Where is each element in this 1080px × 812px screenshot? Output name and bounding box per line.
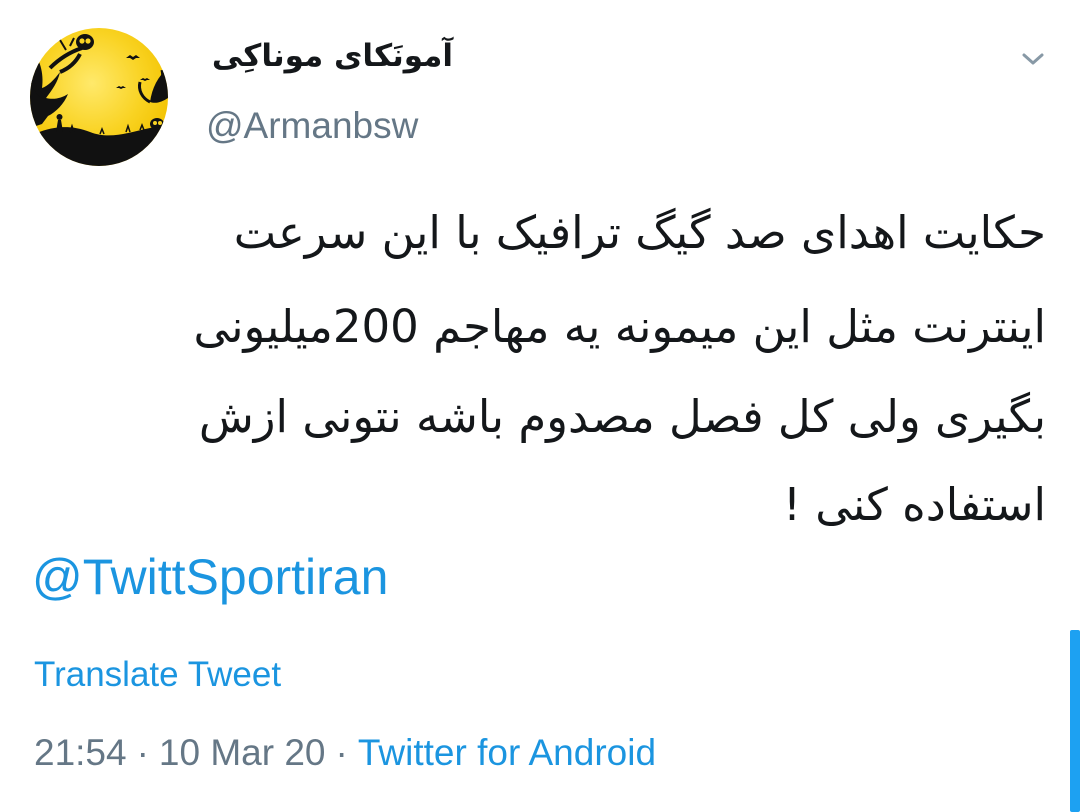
tweet-text-line: اینترنت مثل این میمونه یه مهاجم 200میلیو… xyxy=(193,300,1046,353)
avatar-halloween-moon-icon xyxy=(30,34,168,166)
translate-tweet-link[interactable]: Translate Tweet xyxy=(34,655,281,695)
separator-dot: · xyxy=(136,732,149,773)
separator-dot: · xyxy=(335,732,348,773)
tweet-text-line: استفاده کنی ! xyxy=(782,478,1046,531)
user-handle[interactable]: @Armanbsw xyxy=(206,105,418,147)
tweet-time: 21:54 xyxy=(34,732,127,773)
mention-link[interactable]: @TwittSportiran xyxy=(32,548,388,606)
display-name[interactable]: آمونَکای موناکِی xyxy=(212,38,453,74)
chevron-down-icon[interactable] xyxy=(1016,46,1050,72)
user-avatar[interactable] xyxy=(30,28,168,166)
tweet-date: 10 Mar 20 xyxy=(158,732,326,773)
tweet-card: آمونَکای موناکِی @Armanbsw حکایت اهدای ص… xyxy=(0,0,1080,812)
tweet-text-line: حکایت اهدای صد گیگ ترافیک با این سرعت xyxy=(233,206,1046,259)
tweet-text-line: بگیری ولی کل فصل مصدوم باشه نتونی ازش xyxy=(198,390,1046,443)
tweet-metadata: 21:54 · 10 Mar 20 · Twitter for Android xyxy=(34,732,656,774)
tweet-source-link[interactable]: Twitter for Android xyxy=(358,732,656,773)
scrollbar[interactable] xyxy=(1070,630,1080,812)
